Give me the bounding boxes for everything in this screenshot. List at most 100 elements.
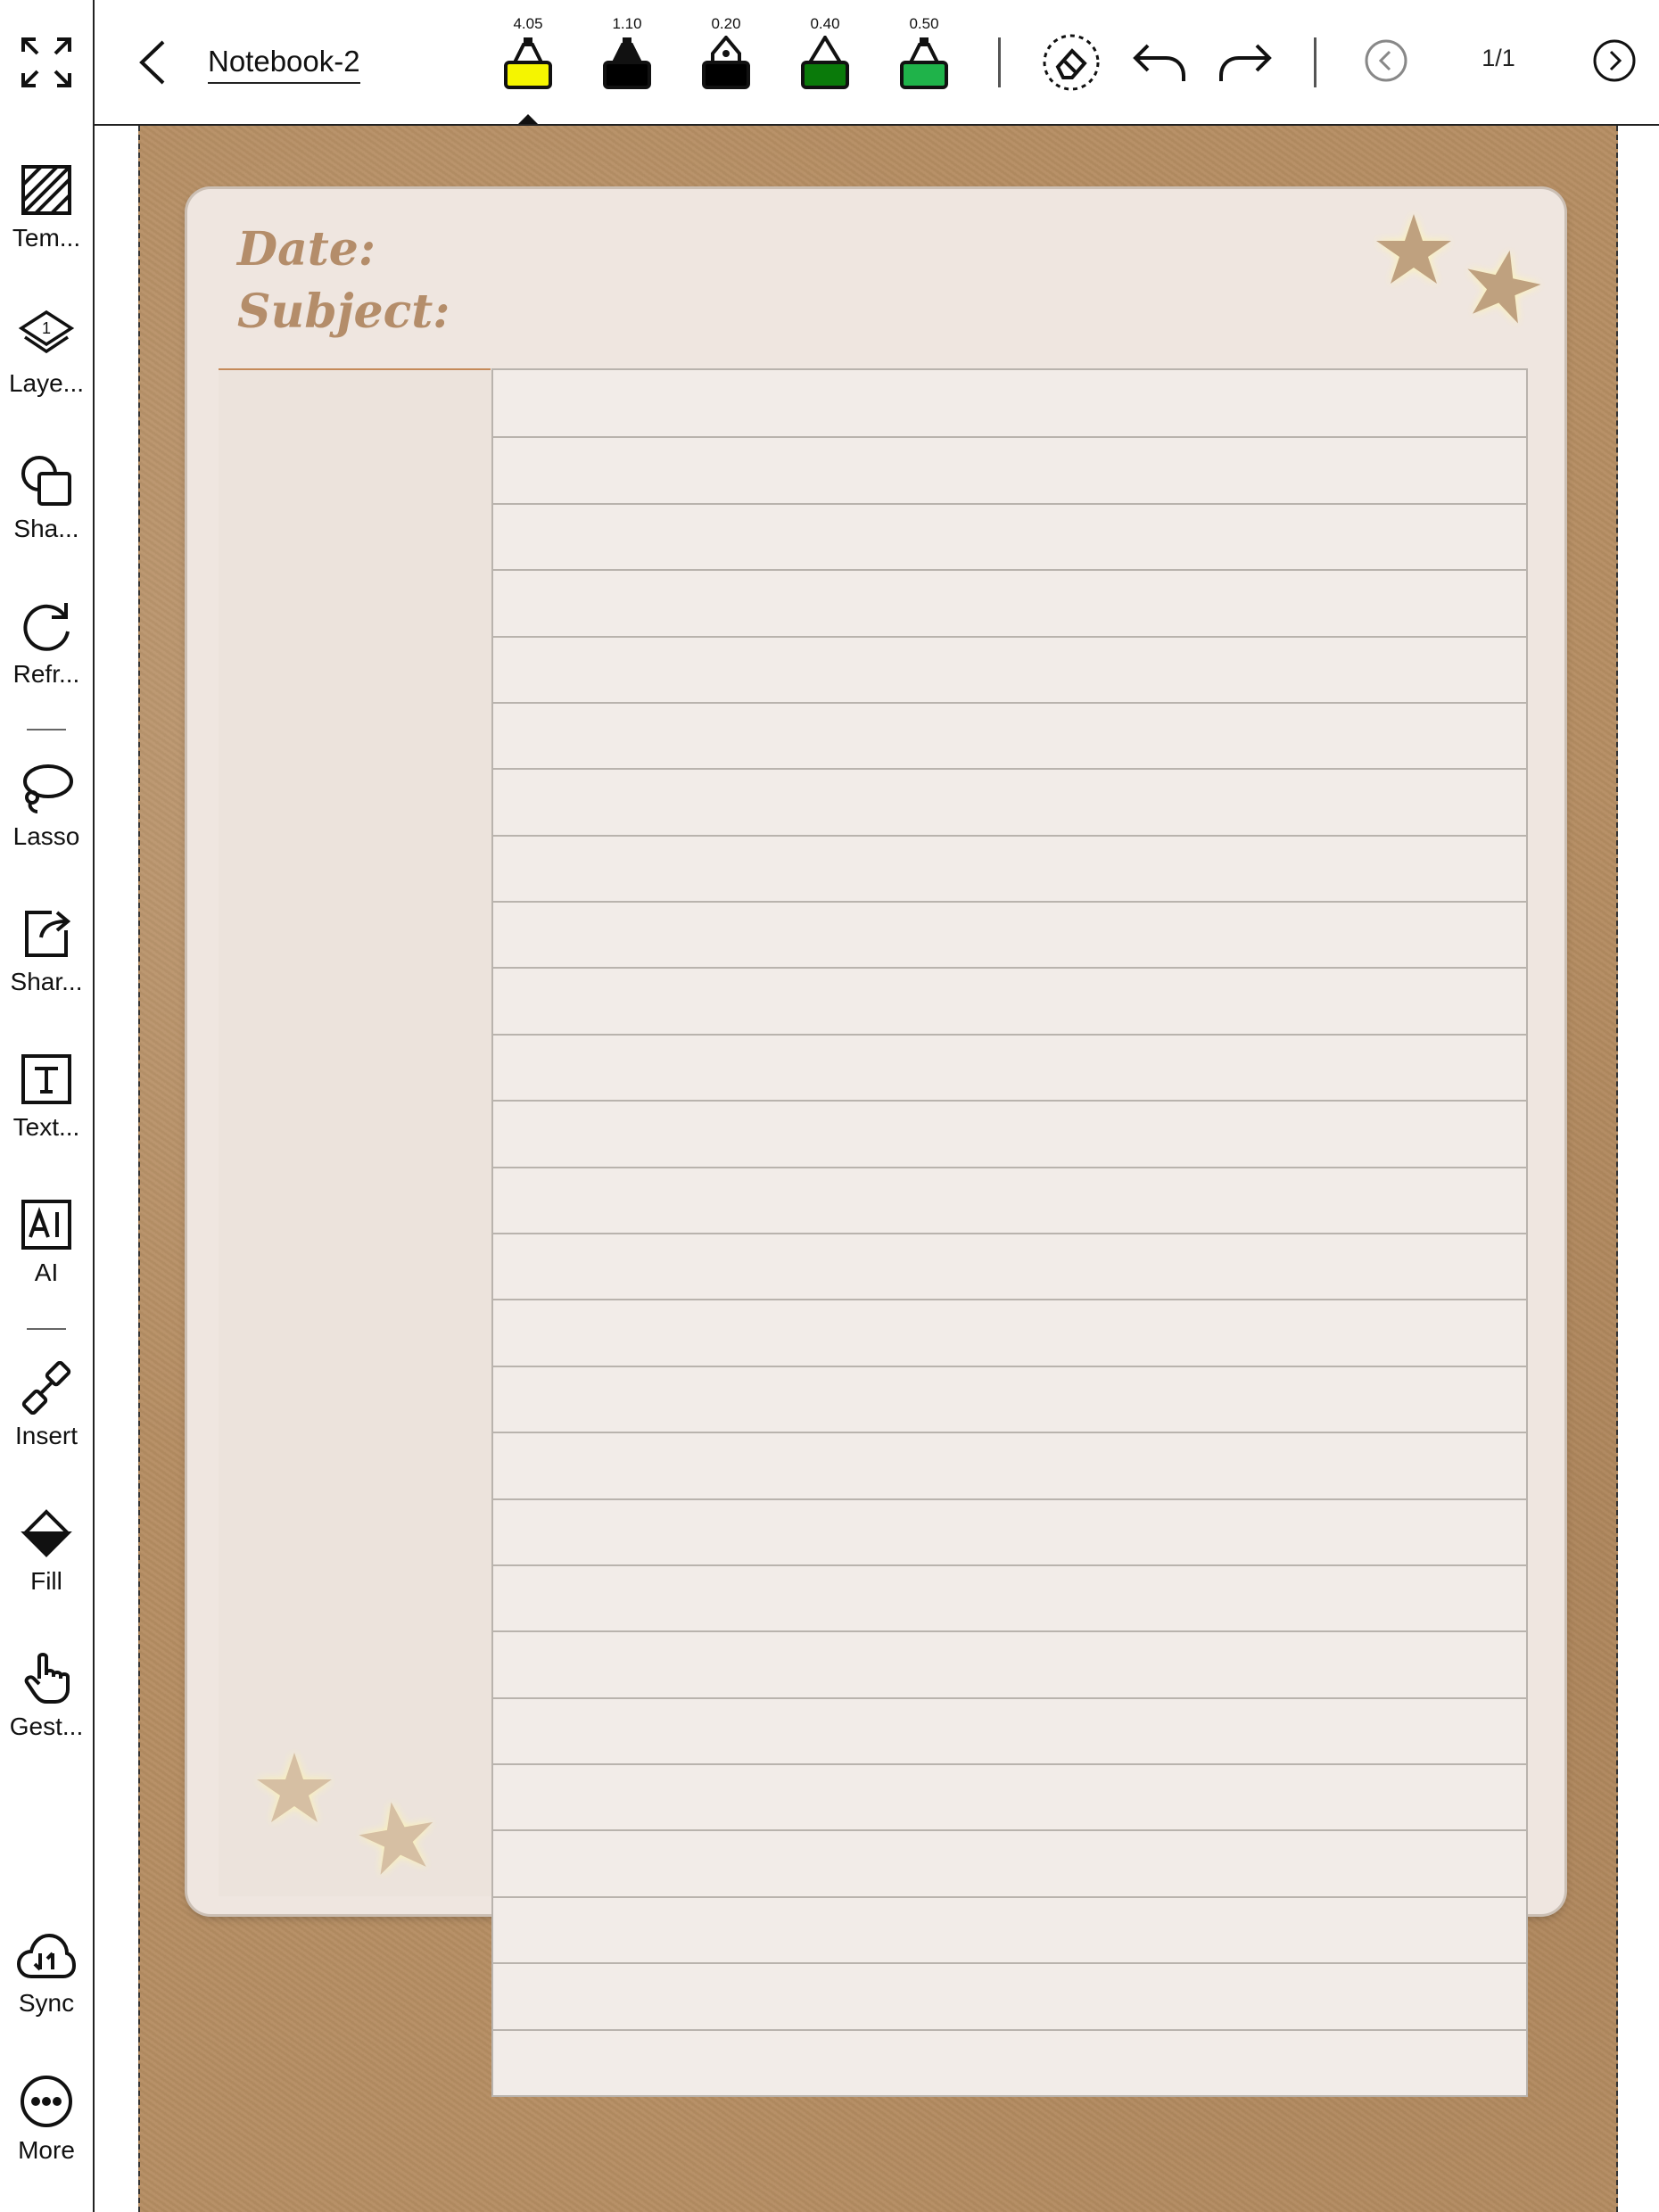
ruled-line [493, 1895, 1526, 1898]
ruled-line [493, 1233, 1526, 1234]
prev-page-button[interactable] [1363, 37, 1409, 84]
sidebar-item-text[interactable]: Text... [0, 1052, 93, 1168]
undo-button[interactable] [1131, 36, 1188, 89]
layers-badge: 1 [42, 319, 51, 337]
ruled-line [493, 1763, 1526, 1766]
ruled-line [493, 1166, 1526, 1168]
sidebar-label: Gest... [9, 1713, 84, 1740]
marker-black-icon [603, 37, 651, 89]
sidebar-item-lasso[interactable]: Lasso [0, 762, 93, 878]
ruled-line [493, 1564, 1526, 1566]
redo-button[interactable] [1217, 36, 1274, 89]
sidebar-item-refresh[interactable]: Refr... [0, 599, 93, 715]
sidebar-label: Refr... [12, 660, 80, 688]
sidebar-item-sync[interactable]: Sync [0, 1932, 93, 2048]
ruled-line [493, 834, 1526, 837]
subject-label: Subject: [237, 285, 450, 339]
sidebar-item-ai[interactable]: AI [0, 1198, 93, 1314]
sidebar-item-fill[interactable]: Fill [0, 1506, 93, 1622]
prev-page-icon [1365, 39, 1407, 82]
sidebar-item-share[interactable]: Shar... [0, 907, 93, 1023]
next-page-button[interactable] [1591, 37, 1638, 84]
notebook-page: Date: Subject: [187, 189, 1564, 2097]
fullscreen-icon [21, 37, 71, 87]
sidebar-label: Insert [14, 1422, 78, 1449]
layers-icon: 1 [18, 310, 75, 354]
highlighter-green-icon [900, 37, 948, 89]
pen-4-size: 0.40 [810, 15, 840, 32]
pen-1-size: 4.05 [513, 15, 543, 32]
ruled-line [493, 701, 1526, 704]
gesture-hand-icon [24, 1653, 70, 1704]
pen-3[interactable]: 0.20 [695, 14, 757, 95]
ruled-line [493, 1696, 1526, 1699]
shapes-icon [21, 456, 71, 506]
sidebar-item-layers[interactable]: 1 Laye... [0, 309, 93, 425]
sidebar-label: Sha... [13, 515, 79, 542]
toolbar-divider-2 [1314, 37, 1316, 87]
eraser-button[interactable] [1039, 30, 1103, 95]
ruled-line [493, 1299, 1526, 1301]
next-page-icon [1593, 39, 1636, 82]
refresh-icon [23, 603, 70, 651]
sidebar-label: Lasso [12, 822, 80, 850]
sidebar-item-insert[interactable]: Insert [0, 1361, 93, 1477]
page-indicator: 1/1 [1482, 45, 1515, 71]
template-icon [21, 165, 71, 215]
pen-3-size: 0.20 [711, 15, 741, 32]
top-toolbar: Notebook-2 4.05 1.10 0.20 0.40 0.50 1/1 [0, 0, 1659, 126]
ruled-line [493, 768, 1526, 771]
selected-pen-indicator [518, 114, 538, 124]
cue-column [219, 370, 491, 1896]
ruled-line [493, 1365, 1526, 1367]
text-icon [21, 1054, 71, 1104]
date-label: Date: [237, 222, 376, 276]
back-arrow-icon [139, 40, 165, 85]
pen-2-size: 1.10 [612, 15, 642, 32]
ruled-line [493, 901, 1526, 904]
ruled-lines-area [491, 368, 1528, 2097]
redo-icon [1219, 44, 1272, 81]
highlighter-yellow-icon [504, 37, 552, 89]
fullscreen-button[interactable] [0, 0, 95, 124]
sidebar-label: Fill [30, 1567, 62, 1595]
fountain-pen-black-icon [702, 36, 750, 89]
drawing-canvas[interactable]: Date: Subject: [138, 126, 1618, 2212]
pencil-green-icon [801, 36, 849, 89]
sidebar-item-more[interactable]: More [0, 2074, 93, 2190]
sidebar-label: Laye... [8, 369, 85, 397]
ai-icon [21, 1200, 71, 1250]
ruled-line [493, 1432, 1526, 1434]
back-button[interactable] [129, 36, 174, 89]
sidebar-item-gesture[interactable]: Gest... [0, 1652, 93, 1768]
ruled-line [493, 569, 1526, 572]
sidebar-item-shapes[interactable]: Sha... [0, 454, 93, 570]
left-sidebar: Tem... 1 Laye... Sha... Refr... Lasso Sh… [0, 124, 95, 2212]
share-icon [25, 911, 71, 957]
ruled-line [493, 1962, 1526, 1965]
sidebar-label: Text... [12, 1113, 80, 1141]
notebook-title[interactable]: Notebook-2 [208, 45, 360, 84]
sidebar-label: More [18, 2136, 75, 2164]
eraser-icon [1043, 34, 1100, 91]
pen-1[interactable]: 4.05 [497, 14, 559, 95]
pen-4[interactable]: 0.40 [794, 14, 856, 95]
insert-link-icon [21, 1361, 71, 1415]
star-decoration-bottom-icon [257, 1753, 433, 1875]
sidebar-label: Sync [18, 1989, 75, 2017]
undo-icon [1133, 44, 1185, 81]
lasso-icon [23, 764, 73, 813]
fill-bucket-icon [21, 1509, 72, 1557]
sidebar-item-template[interactable]: Tem... [0, 163, 93, 279]
pen-5[interactable]: 0.50 [893, 14, 955, 95]
toolbar-divider [998, 37, 1001, 87]
sidebar-divider [27, 1328, 66, 1330]
ruled-line [493, 1100, 1526, 1102]
pen-2[interactable]: 1.10 [596, 14, 658, 95]
ruled-line [493, 635, 1526, 638]
ruled-line [493, 1630, 1526, 1633]
pen-5-size: 0.50 [909, 15, 939, 32]
sidebar-divider [27, 729, 66, 730]
notebook-app: Notebook-2 4.05 1.10 0.20 0.40 0.50 1/1 … [0, 0, 1659, 2212]
ruled-line [493, 967, 1526, 970]
